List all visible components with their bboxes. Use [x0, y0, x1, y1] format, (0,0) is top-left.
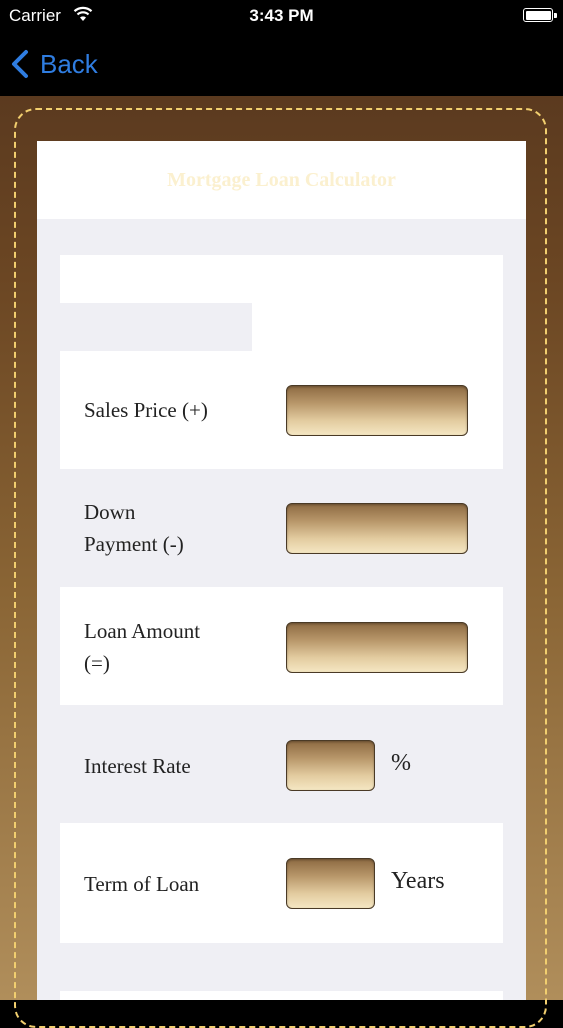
- term-of-loan-label: Term of Loan: [84, 872, 200, 896]
- down-payment-field[interactable]: [286, 503, 468, 554]
- back-button[interactable]: Back: [10, 46, 98, 82]
- loan-amount-label-line1: Loan Amount: [84, 619, 201, 643]
- term-of-loan-row: Term of Loan Years: [60, 823, 503, 943]
- chevron-left-icon: [12, 50, 28, 78]
- sales-price-row: Sales Price (+): [60, 351, 503, 469]
- down-payment-row: Down Payment (-): [60, 469, 503, 587]
- sales-price-field[interactable]: [286, 385, 468, 436]
- interest-rate-row: Interest Rate %: [60, 705, 503, 823]
- blank-row: [60, 255, 503, 303]
- years-unit: Years: [391, 868, 445, 894]
- blank-row-right: [252, 303, 503, 351]
- page-title: Mortgage Loan Calculator: [167, 169, 396, 191]
- loan-amount-field[interactable]: [286, 622, 468, 673]
- next-row: [60, 991, 503, 1000]
- status-bar: Carrier 3:43 PM: [0, 0, 563, 32]
- title-bar: Mortgage Loan Calculator: [37, 141, 526, 219]
- interest-rate-label: Interest Rate: [84, 754, 191, 778]
- battery-icon: [523, 8, 557, 22]
- navigation-bar: Back: [0, 32, 563, 96]
- percent-unit: %: [391, 750, 411, 776]
- back-label: Back: [40, 48, 98, 79]
- blank-row-left: [60, 303, 252, 351]
- loan-amount-label-line2: (=): [84, 651, 110, 675]
- down-payment-label-line1: Down: [84, 500, 136, 524]
- down-payment-label-line2: Payment (-): [84, 532, 184, 556]
- loan-amount-row: Loan Amount (=): [60, 587, 503, 705]
- clock: 3:43 PM: [249, 6, 314, 25]
- sales-price-label: Sales Price (+): [84, 398, 208, 422]
- interest-rate-field[interactable]: [286, 740, 375, 791]
- term-of-loan-field[interactable]: [286, 858, 375, 909]
